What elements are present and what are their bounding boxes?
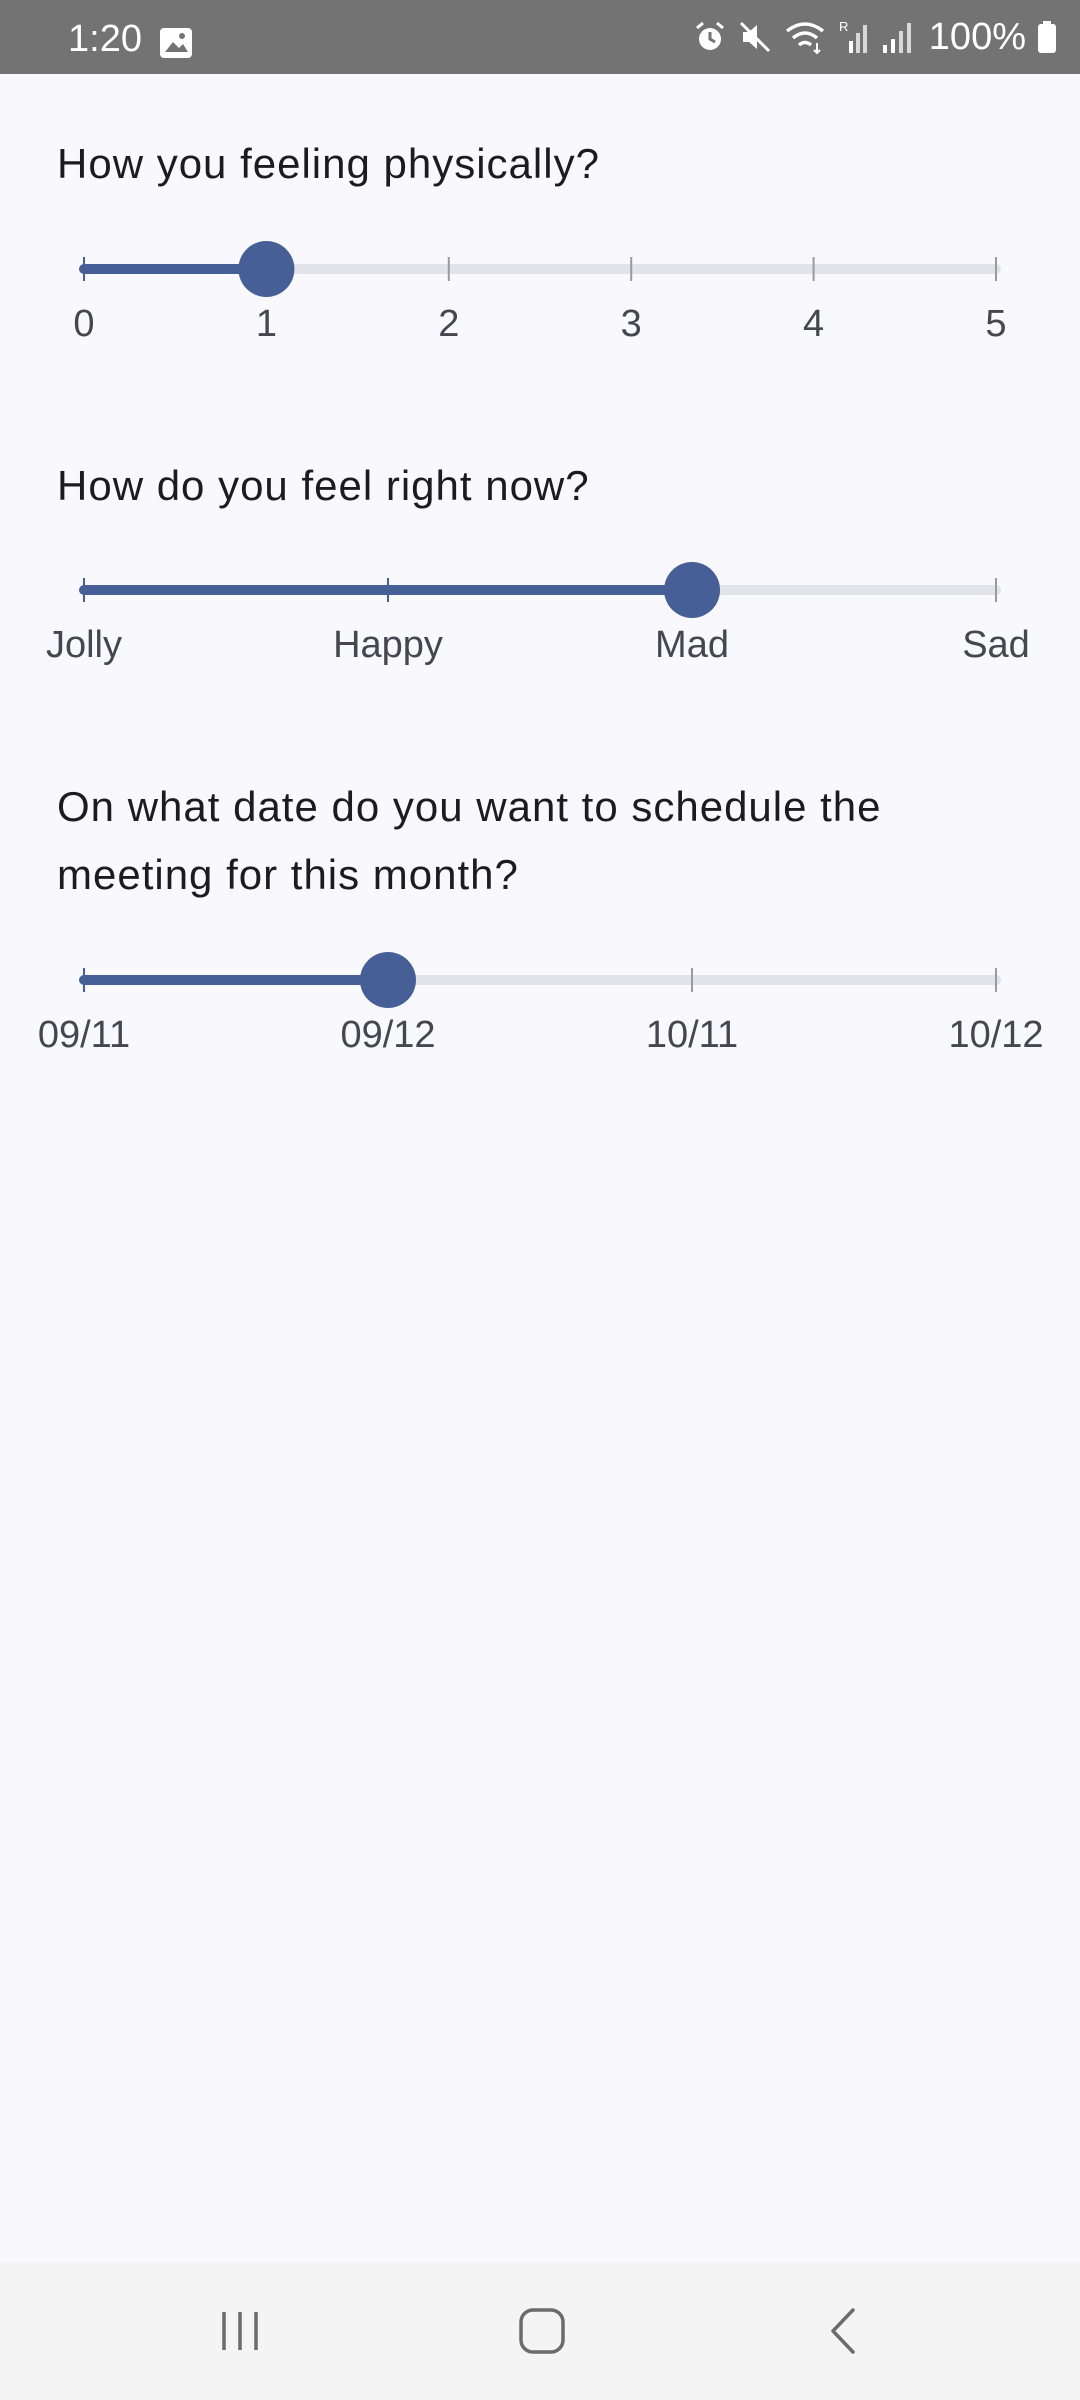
slider-tick-label: Happy: [333, 624, 443, 666]
slider-thumb[interactable]: [238, 241, 295, 297]
recent-apps-icon: [222, 2312, 258, 2350]
slider-tick-label: Jolly: [45, 624, 123, 666]
slider-tick-label: Mad: [655, 624, 729, 666]
gallery-icon: [160, 28, 192, 58]
physical-feeling-tick-labels: 0 1 2 3 4 5: [0, 303, 1080, 353]
slider-tick-label: 0: [73, 303, 95, 345]
slider-thumb[interactable]: [359, 952, 416, 1008]
slider-tick-label: 3: [620, 303, 642, 345]
slider-tick-label: 10/11: [645, 1014, 739, 1056]
status-time: 1:20: [68, 18, 142, 60]
battery-icon: [1038, 21, 1056, 53]
svg-text:R: R: [839, 19, 848, 34]
mood-tick-labels: Jolly Happy Mad Sad: [0, 624, 1080, 674]
wifi-icon: [785, 22, 824, 55]
back-icon: [831, 2308, 855, 2354]
question-meeting-date-label: On what date do you want to schedule the…: [57, 783, 882, 898]
status-icons: R 100%: [693, 0, 1058, 74]
question-physical-label: How you feeling physically?: [57, 140, 600, 187]
status-bar: 1:20 R 100%: [0, 0, 1080, 74]
signal-icon: [882, 23, 911, 53]
alarm-icon: [695, 21, 724, 50]
home-icon: [519, 2308, 565, 2354]
meeting-date-tick-labels: 09/11 09/12 10/11 10/12: [0, 1014, 1080, 1064]
physical-feeling-slider[interactable]: [0, 229, 1080, 309]
navigation-bar: [0, 2262, 1080, 2400]
meeting-date-slider-graphic[interactable]: [0, 940, 1080, 1020]
slider-tick-label: 09/11: [37, 1014, 131, 1056]
roaming-signal-icon: R: [839, 19, 867, 53]
mute-icon: [739, 21, 770, 53]
recent-apps-button[interactable]: [160, 2262, 320, 2400]
slider-tick-label: 1: [255, 303, 277, 345]
slider-thumb[interactable]: [664, 562, 721, 618]
physical-feeling-slider-graphic[interactable]: [0, 229, 1080, 309]
meeting-date-slider[interactable]: [0, 940, 1080, 1020]
back-button[interactable]: [764, 2262, 924, 2400]
battery-percent: 100%: [928, 15, 1026, 58]
slider-tick-label: 5: [985, 303, 1007, 345]
home-button[interactable]: [462, 2262, 622, 2400]
slider-tick-label: 2: [438, 303, 460, 345]
mood-slider[interactable]: [0, 550, 1080, 630]
slider-tick-label: 10/12: [948, 1014, 1044, 1056]
slider-tick-label: 09/12: [340, 1014, 436, 1056]
mood-slider-graphic[interactable]: [0, 550, 1080, 630]
slider-tick-label: 4: [803, 303, 825, 345]
question-mood-label: How do you feel right now?: [57, 462, 590, 509]
slider-tick-label: Sad: [962, 624, 1030, 666]
